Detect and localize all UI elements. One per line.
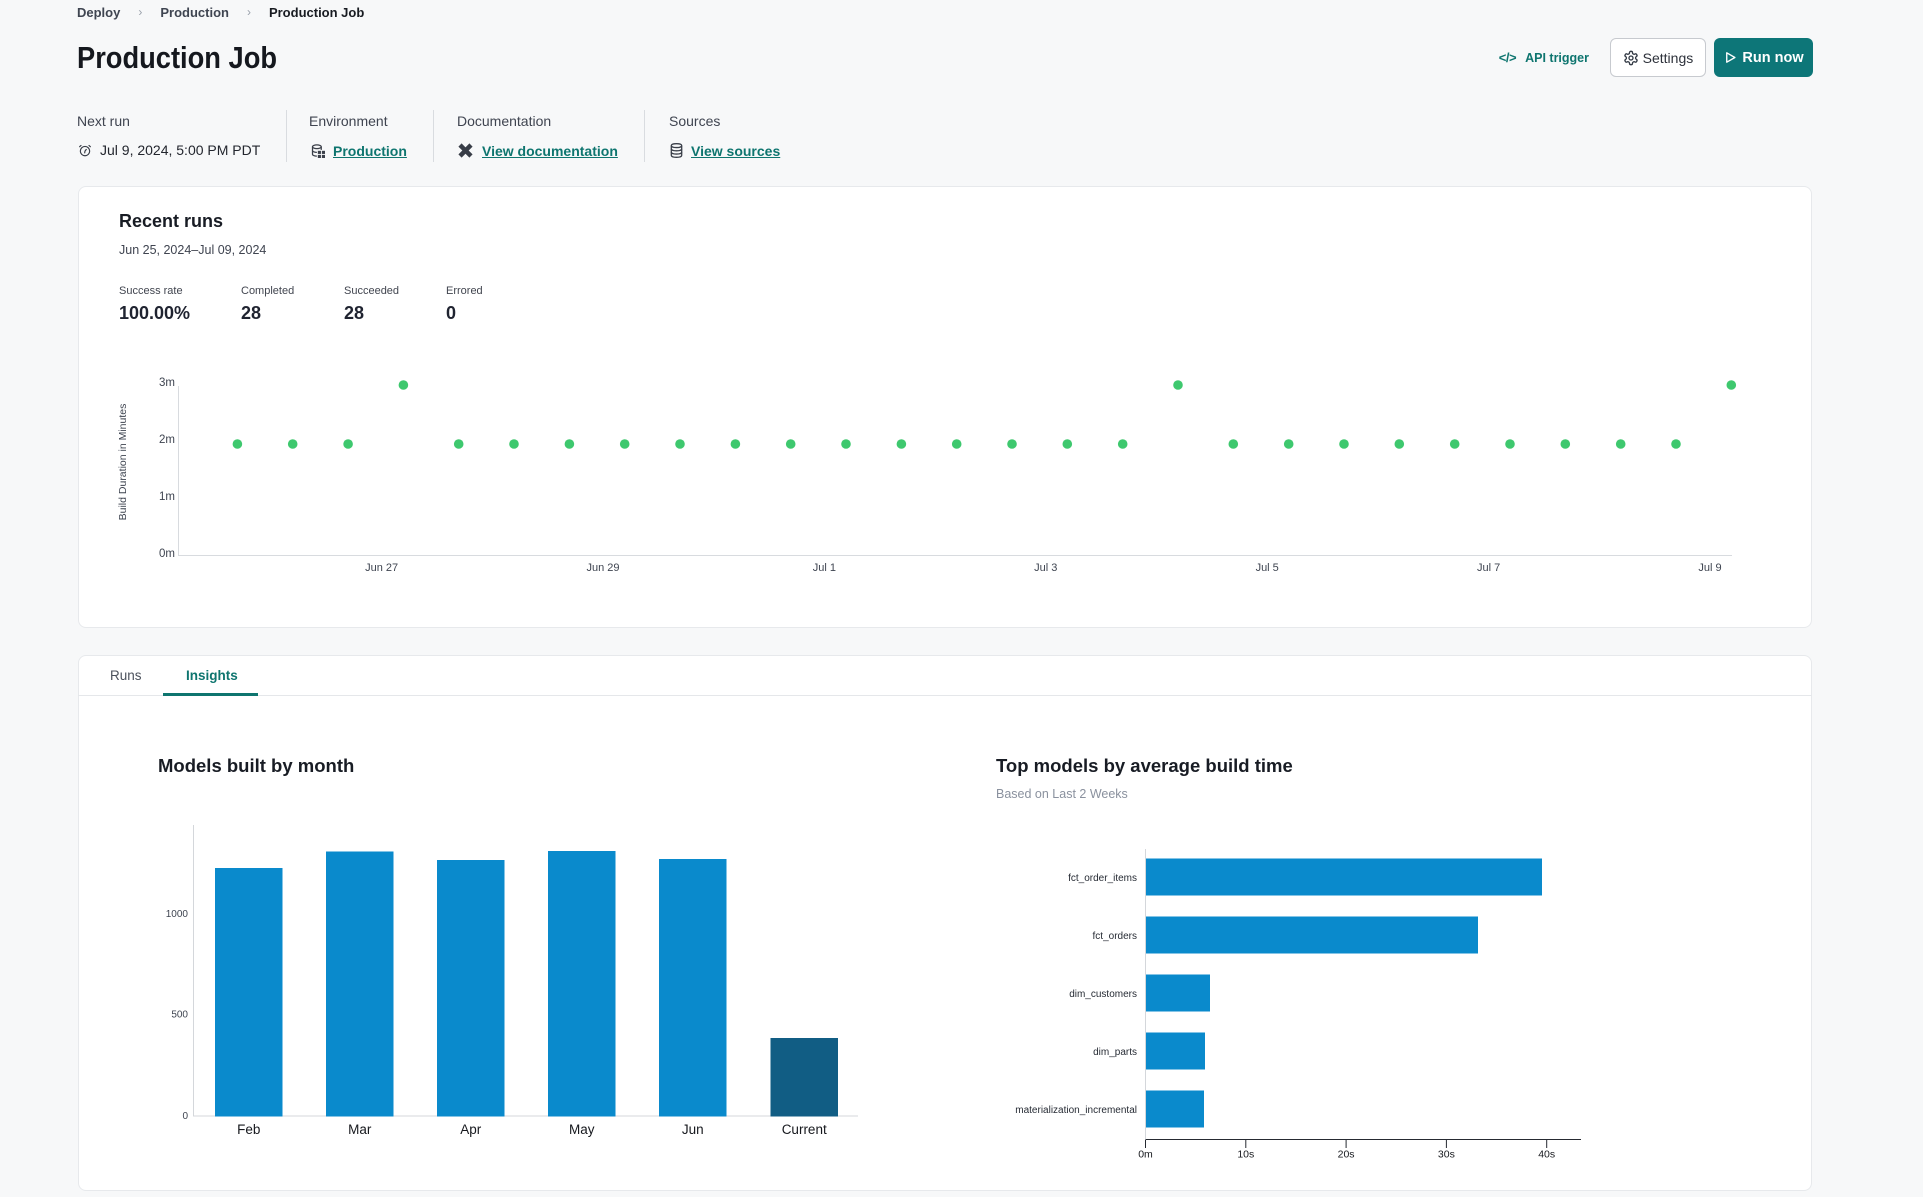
svg-text:1000: 1000 — [166, 909, 189, 920]
svg-text:3m: 3m — [159, 377, 175, 389]
svg-text:30s: 30s — [1438, 1149, 1455, 1161]
svg-text:Jul 1: Jul 1 — [813, 562, 836, 574]
svg-text:10s: 10s — [1237, 1149, 1254, 1161]
svg-text:Current: Current — [782, 1122, 827, 1137]
svg-text:Apr: Apr — [460, 1122, 482, 1137]
svg-text:dim_parts: dim_parts — [1093, 1047, 1137, 1058]
svg-text:1m: 1m — [159, 491, 175, 503]
svg-text:Jul 7: Jul 7 — [1477, 562, 1500, 574]
svg-text:fct_orders: fct_orders — [1093, 931, 1137, 942]
svg-text:Build Duration in Minutes: Build Duration in Minutes — [117, 404, 129, 521]
svg-text:Jun: Jun — [682, 1122, 704, 1137]
svg-text:40s: 40s — [1538, 1149, 1555, 1161]
svg-text:0: 0 — [182, 1111, 188, 1122]
svg-text:fct_order_items: fct_order_items — [1068, 873, 1137, 884]
svg-text:20s: 20s — [1338, 1149, 1355, 1161]
svg-text:materialization_incremental: materialization_incremental — [1015, 1105, 1137, 1116]
svg-text:Jul 5: Jul 5 — [1256, 562, 1279, 574]
svg-text:dim_customers: dim_customers — [1069, 989, 1137, 1000]
svg-text:0m: 0m — [1138, 1149, 1153, 1161]
svg-text:2m: 2m — [159, 434, 175, 446]
svg-text:500: 500 — [171, 1010, 188, 1021]
svg-text:Jun 27: Jun 27 — [365, 562, 398, 574]
svg-text:0m: 0m — [159, 548, 175, 560]
svg-text:Jul 9: Jul 9 — [1698, 562, 1721, 574]
svg-text:Jun 29: Jun 29 — [586, 562, 619, 574]
svg-text:May: May — [569, 1122, 595, 1137]
svg-text:Jul 3: Jul 3 — [1034, 562, 1057, 574]
svg-text:Mar: Mar — [348, 1122, 372, 1137]
svg-text:Feb: Feb — [237, 1122, 260, 1137]
